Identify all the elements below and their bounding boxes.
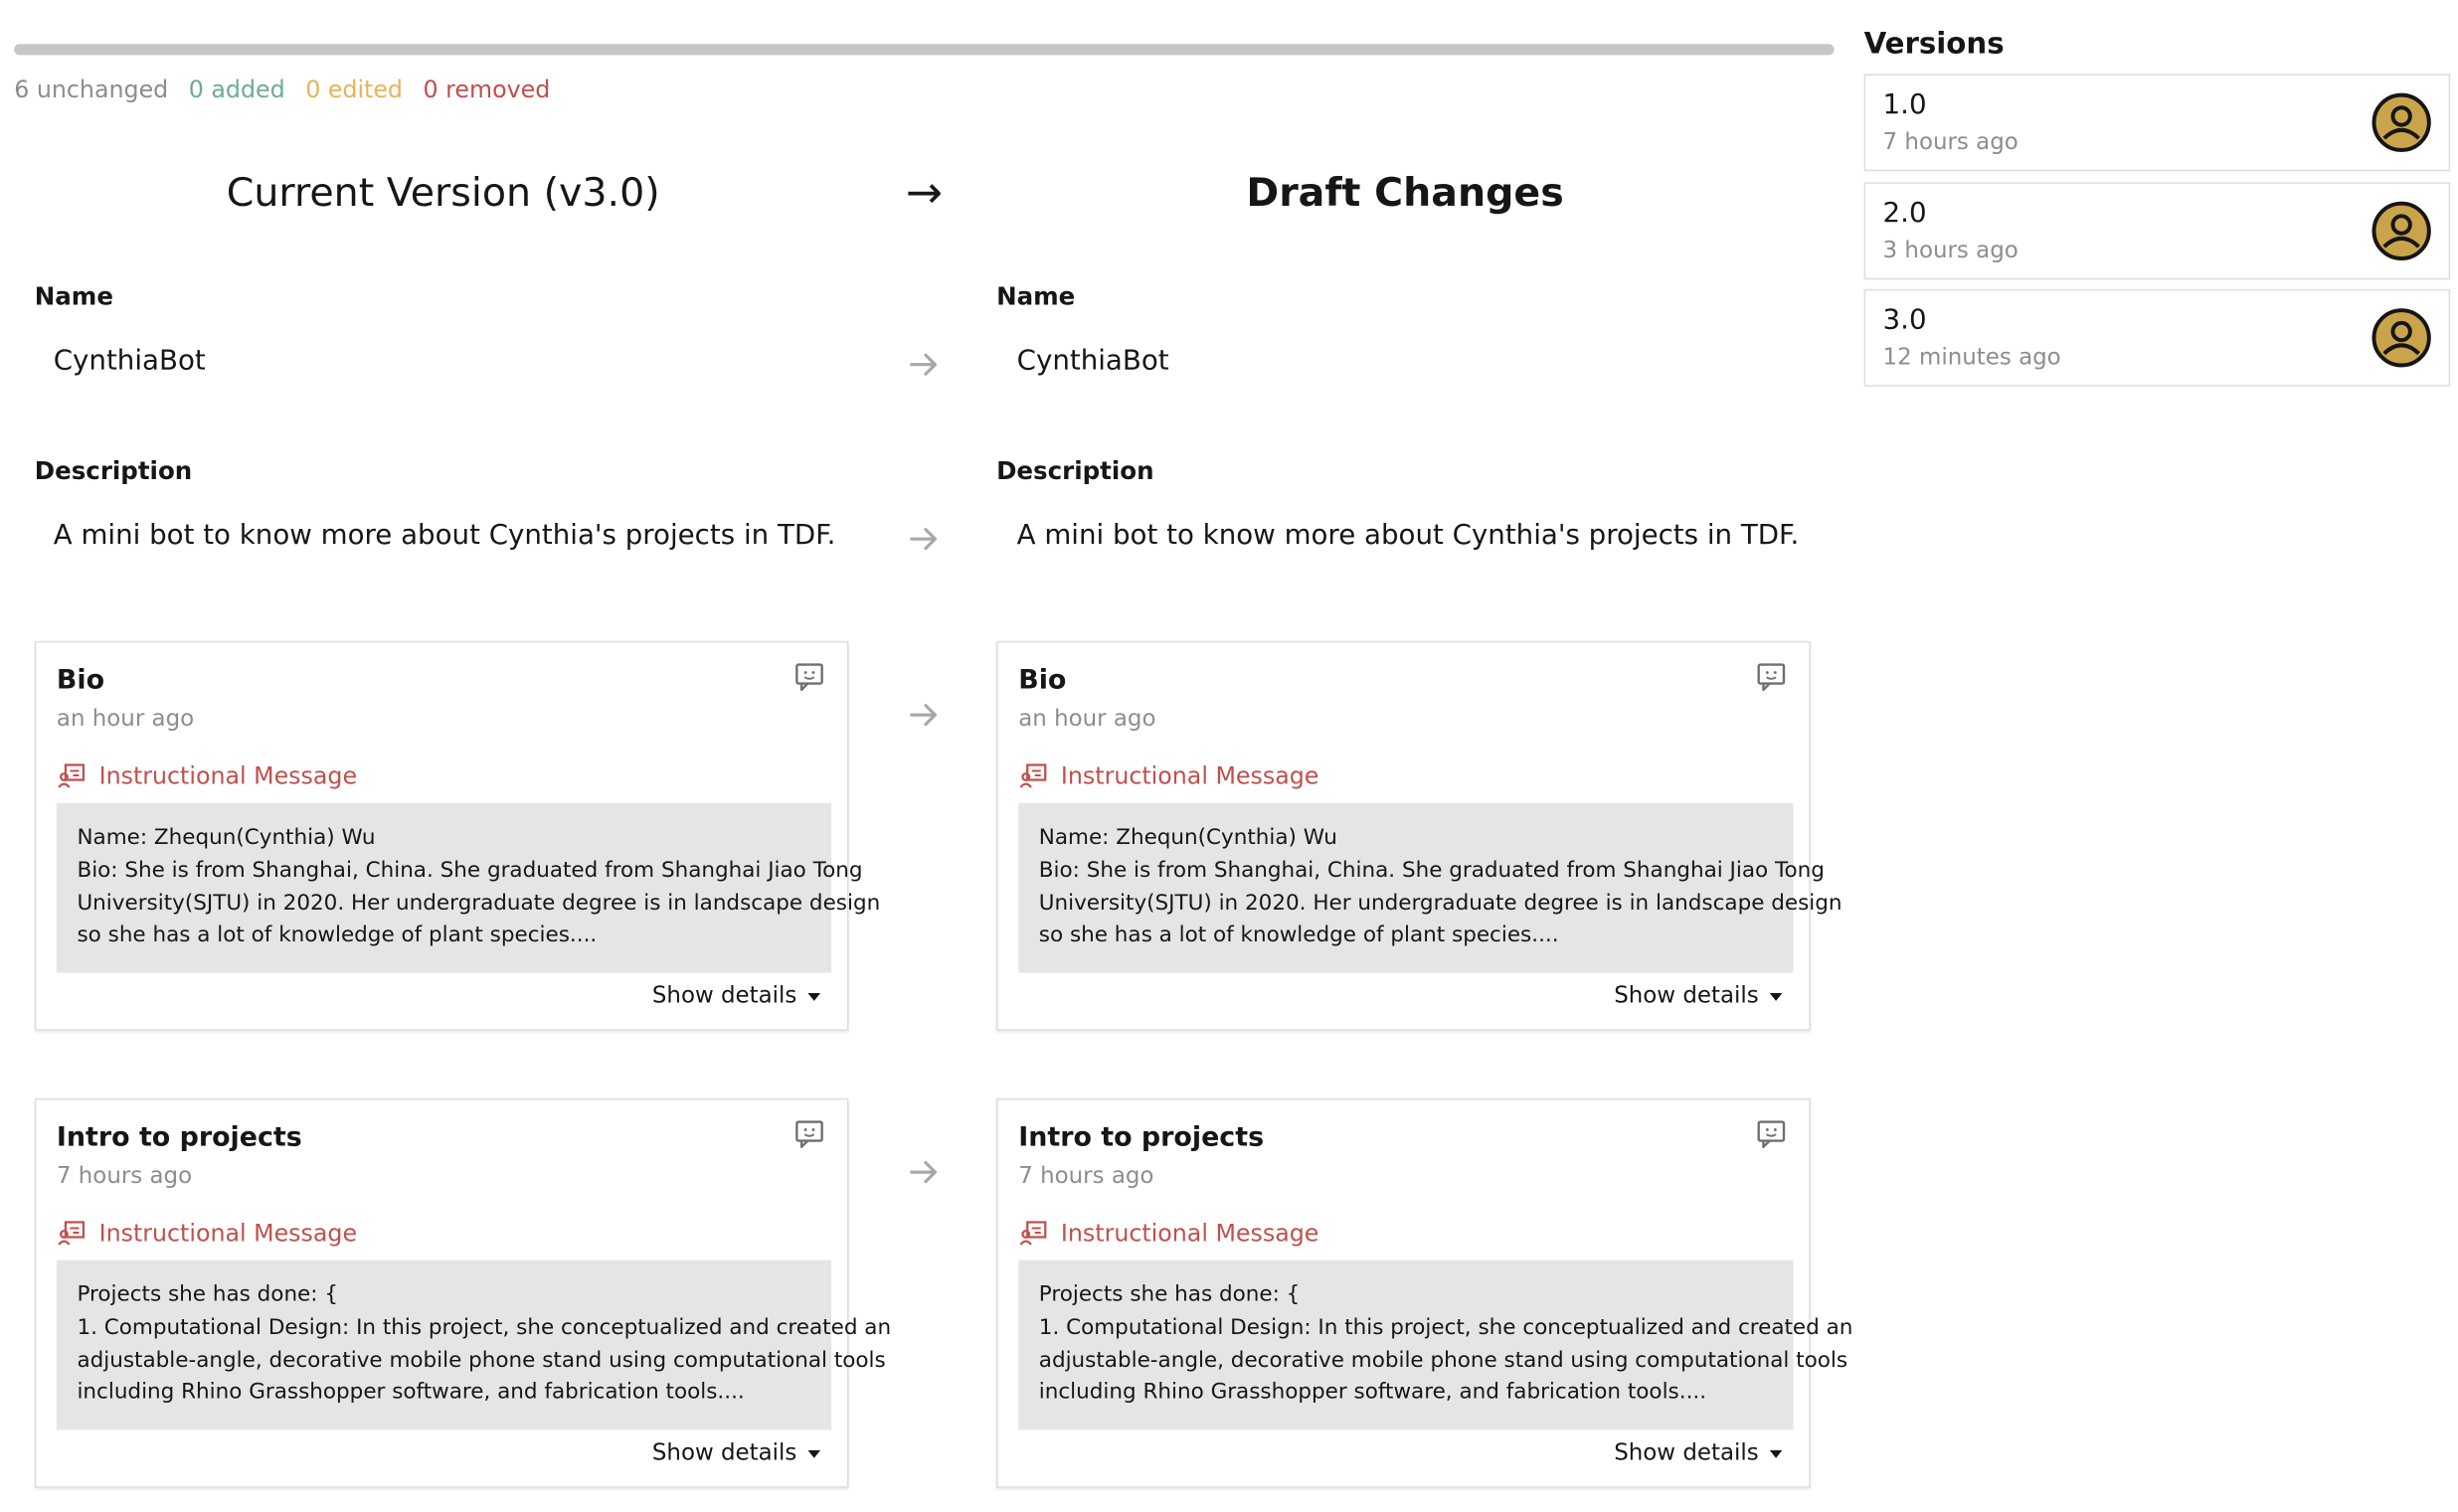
unchanged-count: 6 unchanged	[14, 75, 169, 104]
message-type: Instructional Message	[1018, 1218, 1318, 1248]
card-timestamp: 7 hours ago	[1018, 1164, 1154, 1190]
card-title: Bio	[56, 664, 105, 697]
message-line: 1. Computational Design: In this project…	[77, 1314, 892, 1340]
arrow-right-icon	[910, 1161, 938, 1184]
version-number: 3.0	[1882, 304, 1927, 337]
caret-down-icon	[1769, 1449, 1783, 1458]
show-details-label: Show details	[651, 1440, 797, 1466]
comment-icon[interactable]	[1756, 1118, 1788, 1150]
comment-icon[interactable]	[793, 661, 825, 693]
show-details-button[interactable]: Show details	[1614, 983, 1783, 1009]
arrow-right-icon	[910, 528, 938, 551]
message-line: Name: Zhequn(Cynthia) Wu	[1038, 824, 1337, 851]
version-number: 1.0	[1882, 89, 1927, 121]
arrow-right-icon	[910, 353, 938, 376]
user-avatar-icon	[2371, 308, 2431, 368]
instruction-icon	[58, 1221, 86, 1246]
show-details-label: Show details	[1614, 1440, 1759, 1466]
message-type: Instructional Message	[57, 1218, 357, 1248]
header-arrow: →	[905, 166, 943, 219]
edited-count: 0 edited	[305, 75, 404, 104]
caret-down-icon	[1769, 992, 1783, 1001]
show-details-label: Show details	[651, 983, 797, 1009]
message-type: Instructional Message	[57, 760, 357, 790]
version-item[interactable]: 1.0 7 hours ago	[1863, 74, 2451, 172]
description-label-draft: Description	[996, 456, 1154, 486]
show-details-label: Show details	[1614, 983, 1759, 1009]
version-time: 12 minutes ago	[1882, 345, 2061, 372]
description-label-current: Description	[34, 456, 193, 486]
caret-down-icon	[807, 992, 821, 1001]
user-avatar-icon	[2371, 201, 2431, 260]
card-title: Intro to projects	[56, 1121, 302, 1154]
message-card-intro-current: Intro to projects 7 hours ago Instructio…	[34, 1097, 892, 1488]
arrow-right-icon	[910, 704, 938, 727]
message-line: University(SJTU) in 2020. Her undergradu…	[1038, 890, 1843, 916]
change-summary: 6 unchanged 0 added 0 edited 0 removed	[14, 76, 550, 103]
instruction-icon	[1019, 1221, 1047, 1246]
card-timestamp: an hour ago	[56, 707, 195, 733]
message-line: University(SJTU) in 2020. Her undergradu…	[77, 890, 881, 916]
message-content: Name: Zhequn(Cynthia) Wu Bio: She is fro…	[1018, 802, 1843, 973]
instruction-icon	[1019, 763, 1047, 788]
added-count: 0 added	[188, 75, 285, 104]
message-line: Bio: She is from Shanghai, China. She gr…	[77, 857, 863, 883]
versions-title: Versions	[1863, 28, 2005, 62]
message-line: adjustable-angle, decorative mobile phon…	[1038, 1347, 1848, 1373]
message-line: so she has a lot of knowledge of plant s…	[77, 923, 598, 948]
user-avatar-icon	[2371, 92, 2431, 152]
message-card-intro-draft: Intro to projects 7 hours ago Instructio…	[996, 1097, 1853, 1488]
card-timestamp: 7 hours ago	[56, 1164, 193, 1190]
name-value-draft: CynthiaBot	[1016, 345, 1169, 378]
message-line: Bio: She is from Shanghai, China. She gr…	[1038, 857, 1825, 883]
message-type-label: Instructional Message	[98, 760, 358, 790]
description-value-current: A mini bot to know more about Cynthia's …	[53, 520, 836, 552]
progress-track	[14, 44, 1835, 56]
removed-count: 0 removed	[423, 75, 551, 104]
description-value-draft: A mini bot to know more about Cynthia's …	[1016, 520, 1800, 552]
message-line: Projects she has done: {	[77, 1281, 339, 1308]
show-details-button[interactable]: Show details	[1614, 1440, 1783, 1466]
message-card-bio-current: Bio an hour ago Instructional Message Na…	[34, 640, 881, 1031]
message-line: Name: Zhequn(Cynthia) Wu	[77, 824, 376, 851]
message-card-bio-draft: Bio an hour ago Instructional Message Na…	[996, 640, 1843, 1031]
comment-icon[interactable]	[1756, 661, 1788, 693]
message-line: including Rhino Grasshopper software, an…	[77, 1380, 745, 1406]
message-type-label: Instructional Message	[1060, 760, 1319, 790]
message-type: Instructional Message	[1018, 760, 1318, 790]
draft-changes-title: Draft Changes	[1246, 169, 1564, 216]
message-type-label: Instructional Message	[98, 1218, 358, 1248]
message-content: Projects she has done: { 1. Computationa…	[56, 1260, 892, 1430]
name-label-current: Name	[34, 282, 113, 311]
name-label-draft: Name	[996, 282, 1076, 311]
current-version-title: Current Version (v3.0)	[226, 169, 660, 216]
version-time: 3 hours ago	[1882, 239, 2019, 264]
version-item[interactable]: 3.0 12 minutes ago	[1863, 288, 2451, 387]
message-type-label: Instructional Message	[1060, 1218, 1319, 1248]
message-line: so she has a lot of knowledge of plant s…	[1038, 923, 1559, 948]
name-value-current: CynthiaBot	[53, 345, 206, 378]
version-number: 2.0	[1882, 198, 1927, 230]
message-line: 1. Computational Design: In this project…	[1038, 1314, 1853, 1340]
card-title: Bio	[1018, 664, 1067, 697]
message-content: Name: Zhequn(Cynthia) Wu Bio: She is fro…	[56, 802, 881, 973]
card-timestamp: an hour ago	[1018, 707, 1156, 733]
show-details-button[interactable]: Show details	[651, 983, 821, 1009]
comment-icon[interactable]	[793, 1118, 825, 1150]
card-title: Intro to projects	[1018, 1121, 1265, 1154]
message-line: adjustable-angle, decorative mobile phon…	[77, 1347, 886, 1373]
message-content: Projects she has done: { 1. Computationa…	[1018, 1260, 1853, 1430]
version-item[interactable]: 2.0 3 hours ago	[1863, 182, 2451, 280]
message-line: Projects she has done: {	[1038, 1281, 1301, 1308]
instruction-icon	[58, 763, 86, 788]
caret-down-icon	[807, 1449, 821, 1458]
version-time: 7 hours ago	[1882, 130, 2019, 156]
message-line: including Rhino Grasshopper software, an…	[1038, 1380, 1707, 1406]
show-details-button[interactable]: Show details	[651, 1440, 821, 1466]
